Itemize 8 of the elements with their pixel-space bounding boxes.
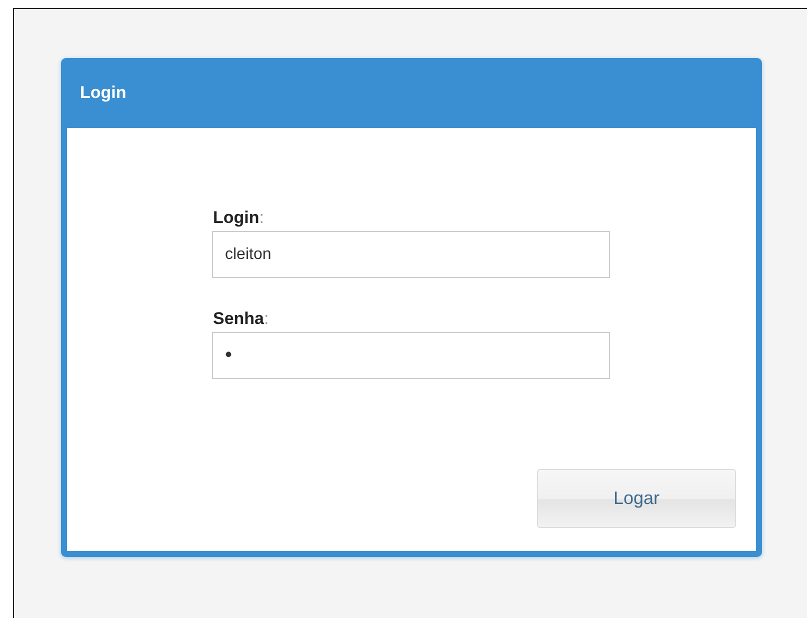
label-colon: :	[264, 309, 269, 328]
field-label: Login	[213, 208, 260, 227]
input-field[interactable]: cleiton	[212, 231, 610, 278]
password-field[interactable]: •	[212, 332, 610, 379]
login-button[interactable]: Logar	[537, 469, 736, 528]
panel-title: Login	[79, 82, 128, 104]
field-label: Senha	[213, 309, 264, 328]
label-colon: :	[259, 208, 264, 227]
